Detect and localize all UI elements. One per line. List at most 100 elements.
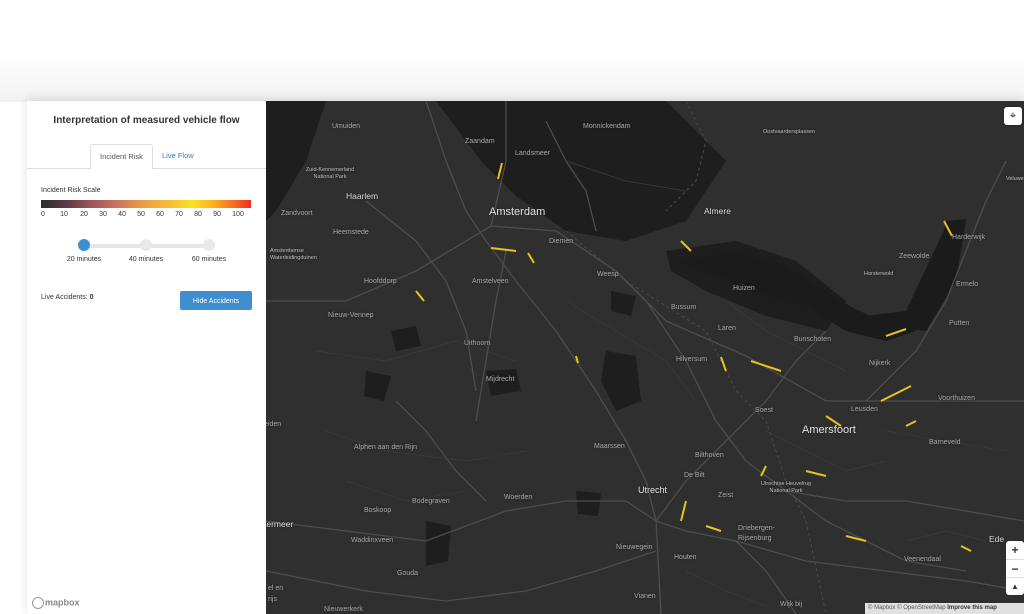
scale-tick: 30	[99, 211, 107, 218]
scale-tick: 20	[80, 211, 88, 218]
place-label: Driebergen-Rijsenburg	[738, 525, 775, 542]
place-label-haarlem: Haarlem	[346, 191, 379, 201]
risk-scale-label: Incident Risk Scale	[41, 187, 101, 194]
improve-map-link[interactable]: Improve this map	[947, 605, 997, 611]
place-label: Diemen	[549, 238, 574, 245]
place-label-park: Utrechtse Heuvelrug National Park	[760, 481, 812, 494]
water-lakes-7	[611, 291, 636, 316]
place-label: Barneveld	[929, 439, 961, 446]
place-label: Laren	[718, 325, 736, 332]
place-label: Mijdrecht	[486, 376, 515, 383]
mapbox-logo-icon	[32, 597, 44, 609]
mapbox-logo[interactable]: mapbox	[32, 597, 80, 609]
live-accidents-status: Live Accidents: 0	[41, 294, 94, 301]
water-north-sea	[266, 101, 326, 221]
place-label: rijs	[268, 596, 277, 603]
place-label: Ede	[989, 534, 1005, 544]
place-label: Leusden	[851, 406, 878, 413]
scale-tick: 80	[194, 211, 202, 218]
attribution-text[interactable]: © Mapbox © OpenStreetMap	[868, 605, 946, 611]
time-slider-thumb[interactable]	[78, 239, 90, 251]
place-label: Umuiden	[332, 123, 361, 130]
scale-tick: 90	[213, 211, 221, 218]
scale-tick: 10	[60, 211, 68, 218]
compass-button[interactable]: ▲	[1006, 577, 1024, 596]
place-label: Horsterwold	[864, 271, 894, 277]
place-label: Weesp	[597, 271, 619, 278]
water-lakes-1	[391, 326, 421, 351]
place-label: eiden	[266, 421, 282, 428]
slider-label-20: 20 minutes	[66, 256, 102, 263]
place-label-utrecht: Utrecht	[638, 485, 668, 495]
place-label-amersfoort: Amersfoort	[802, 424, 856, 436]
slider-label-40: 40 minutes	[128, 256, 164, 263]
zoom-control: + − ▲	[1006, 541, 1024, 595]
place-label: Voorthuizen	[938, 395, 975, 402]
water-lakes-5	[364, 371, 391, 401]
place-label: Zandvoort	[281, 210, 313, 217]
place-label: Woerden	[504, 494, 533, 501]
place-label: Landsmeer	[515, 150, 551, 157]
place-label-amsterdam: Amsterdam	[489, 206, 546, 218]
place-label: Harderwijk	[952, 234, 986, 241]
tab-incident-risk[interactable]: Incident Risk	[90, 144, 153, 170]
place-label-park: Zuid-Kennemerland National Park	[305, 167, 355, 180]
control-panel: Interpretation of measured vehicle flow …	[27, 101, 267, 614]
place-label: Alphen aan den Rijn	[354, 444, 418, 451]
geolocate-button[interactable]: ⌖	[1004, 107, 1022, 125]
slider-stop-40[interactable]	[140, 239, 152, 251]
place-label: Nijkerk	[869, 360, 891, 367]
zoom-out-button[interactable]: −	[1006, 559, 1024, 578]
scale-tick: 60	[156, 211, 164, 218]
place-label: Nieuw-Vennep	[328, 312, 374, 319]
place-label: Monnickendam	[583, 123, 631, 130]
place-label: el en	[268, 585, 284, 592]
place-label: Putten	[949, 320, 970, 327]
place-label: Ermelo	[956, 281, 979, 288]
place-label: Amstelveen	[472, 278, 509, 285]
place-label: Boskoop	[364, 507, 392, 514]
scale-tick: 70	[175, 211, 183, 218]
map-canvas[interactable]: Amsterdam Amersfoort Utrecht Haarlem Alm…	[266, 101, 1024, 614]
place-label: Veenendaal	[904, 556, 941, 563]
hide-accidents-button[interactable]: Hide Accidents	[180, 291, 252, 310]
place-label: Vianen	[634, 593, 656, 600]
place-label: Waddinxveen	[351, 537, 394, 544]
compass-icon: ▲	[1011, 582, 1019, 591]
place-label: Hoofddorp	[364, 278, 397, 285]
place-label: Hilversum	[676, 356, 708, 363]
place-label: Maarssen	[594, 443, 625, 450]
place-label: Heemstede	[333, 229, 369, 236]
place-label: Oostvaardersplassen	[763, 129, 815, 135]
place-label: Gouda	[397, 570, 419, 577]
place-label: Nieuwegein	[616, 544, 653, 551]
place-label: Bodegraven	[412, 498, 450, 505]
tab-live-flow[interactable]: Live Flow	[153, 144, 203, 168]
zoom-in-button[interactable]: +	[1006, 541, 1024, 559]
tab-bar: Incident Risk Live Flow	[27, 144, 266, 170]
scale-tick: 0	[41, 211, 45, 218]
place-label: Bussum	[671, 304, 697, 311]
mapbox-logo-text: mapbox	[45, 597, 80, 608]
place-label: termeer	[266, 519, 294, 529]
place-label-almere: Almere	[704, 206, 731, 216]
risk-scale-gradient	[41, 200, 251, 208]
place-label: Veluwe	[1006, 176, 1024, 182]
place-label: Zaandam	[465, 138, 495, 145]
place-label: Nieuwerkerk	[324, 606, 363, 613]
place-label: Bunschoten	[794, 336, 831, 343]
crosshair-icon: ⌖	[1009, 110, 1017, 122]
panel-title: Interpretation of measured vehicle flow	[53, 115, 240, 126]
water-ij-markermeer	[436, 101, 726, 241]
page-header-area	[0, 0, 1024, 102]
place-label: Bilthoven	[695, 452, 724, 459]
scale-tick: 50	[137, 211, 145, 218]
place-label: Houten	[674, 554, 697, 561]
slider-stop-60[interactable]	[203, 239, 215, 251]
place-label: De Bilt	[684, 472, 705, 479]
water-lakes-2	[601, 351, 641, 411]
scale-tick: 40	[118, 211, 126, 218]
water-lakes-3	[426, 521, 451, 566]
scale-tick: 100	[232, 211, 244, 218]
place-label-park: Amsterdamse Waterleidingduinen	[270, 248, 317, 261]
